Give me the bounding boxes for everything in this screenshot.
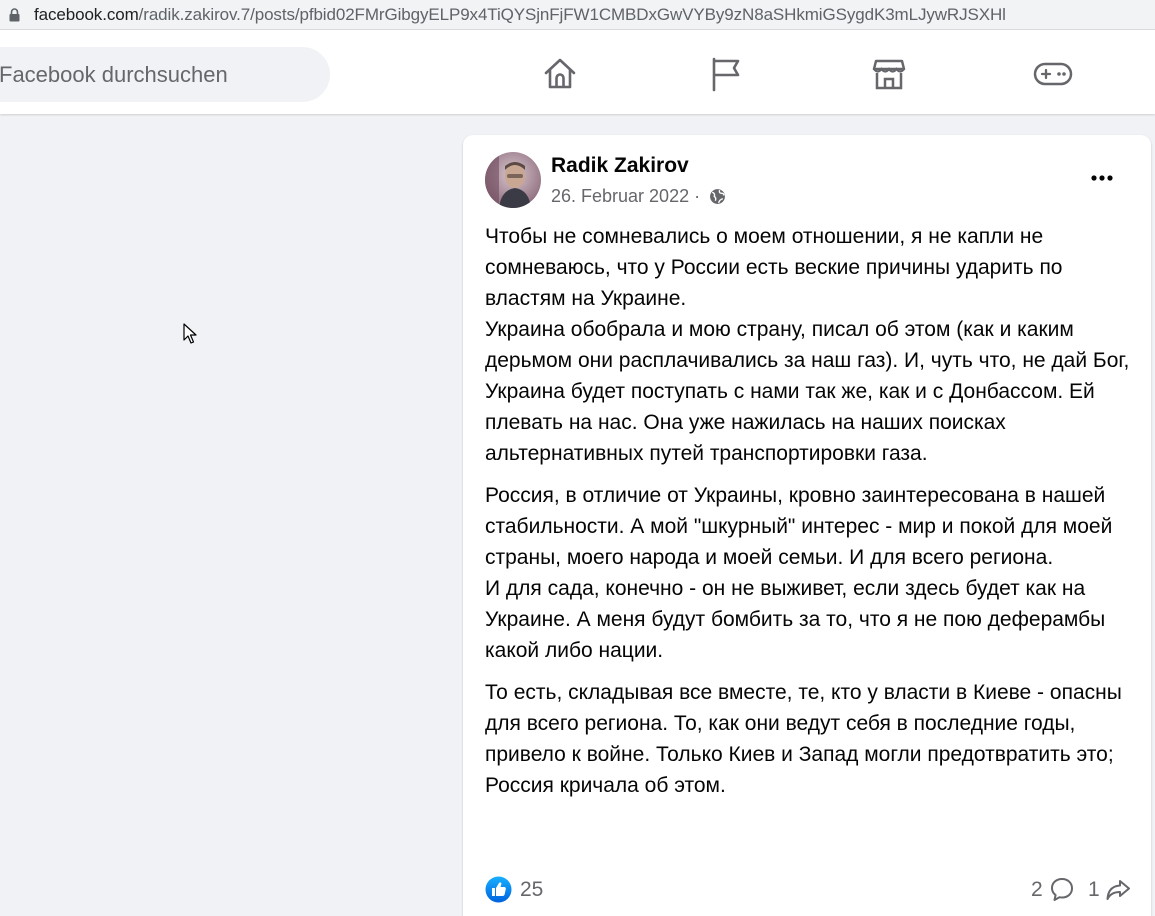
url-host: facebook.com: [34, 5, 139, 24]
comments-count[interactable]: 2: [1031, 878, 1043, 902]
marketplace-icon[interactable]: [869, 54, 909, 94]
lock-icon: [9, 8, 20, 22]
search-input[interactable]: Facebook durchsuchen: [0, 47, 330, 102]
browser-address-bar[interactable]: facebook.com/radik.zakirov.7/posts/pfbid…: [0, 0, 1155, 30]
shares-count[interactable]: 1: [1088, 878, 1100, 902]
post-card: Radik Zakirov 26. Februar 2022 · Чтобы н…: [463, 135, 1151, 916]
post-body: Чтобы не сомневались о моем отношении, я…: [485, 221, 1135, 812]
search-placeholder: Facebook durchsuchen: [0, 62, 228, 87]
gaming-icon[interactable]: [1033, 54, 1073, 94]
post-author-name[interactable]: Radik Zakirov: [551, 154, 689, 178]
post-paragraph: То есть, складывая все вместе, те, кто у…: [485, 681, 1122, 797]
url-text[interactable]: facebook.com/radik.zakirov.7/posts/pfbid…: [34, 5, 1006, 25]
mouse-cursor-icon: [183, 323, 197, 344]
post-meta: 26. Februar 2022 ·: [551, 186, 726, 207]
home-icon[interactable]: [540, 54, 580, 94]
top-navigation-bar: Facebook durchsuchen: [0, 30, 1155, 114]
comment-icon[interactable]: [1049, 876, 1075, 902]
more-options-icon[interactable]: [1089, 165, 1115, 191]
post-paragraph: Чтобы не сомневались о моем отношении, я…: [485, 225, 1130, 465]
meta-separator: ·: [689, 186, 706, 206]
globe-icon[interactable]: [709, 188, 726, 205]
share-icon[interactable]: [1105, 876, 1131, 902]
pages-flag-icon[interactable]: [705, 54, 745, 94]
url-path: /radik.zakirov.7/posts/pfbid02FMrGibgyEL…: [138, 5, 1006, 24]
avatar[interactable]: [485, 152, 541, 208]
like-reaction-icon[interactable]: [485, 876, 512, 903]
post-date[interactable]: 26. Februar 2022: [551, 186, 689, 207]
reactions-count[interactable]: 25: [520, 878, 543, 902]
post-paragraph: Россия, в отличие от Украины, кровно заи…: [485, 484, 1113, 662]
